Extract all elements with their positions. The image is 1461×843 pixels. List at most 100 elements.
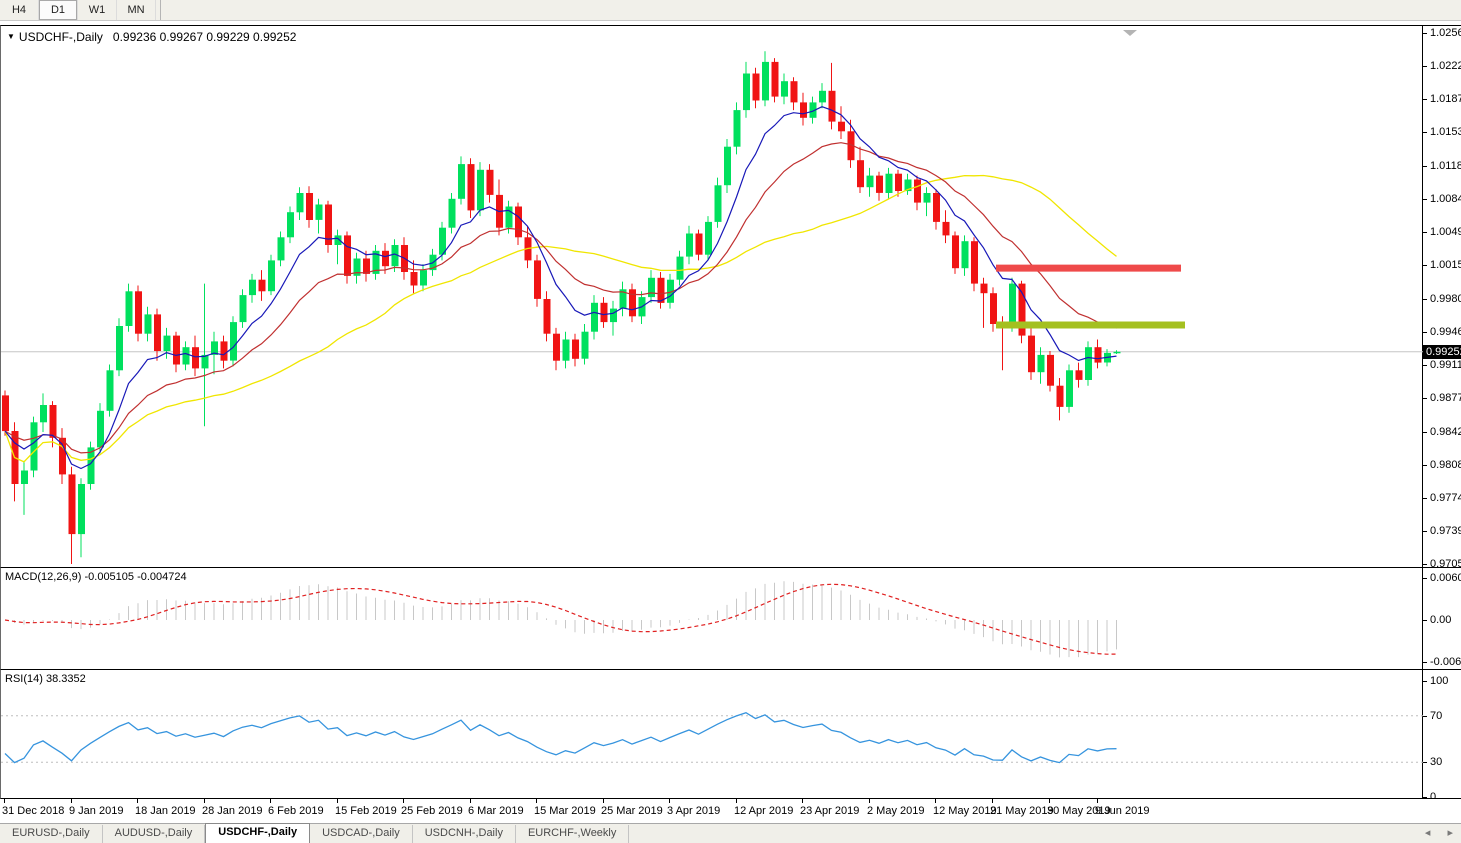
time-axis-label: 12 May 2019	[933, 805, 997, 817]
price-axis-label: 1.02220	[1430, 60, 1461, 72]
rsi-axis-label: 30	[1430, 756, 1443, 768]
time-axis-label: 15 Feb 2019	[335, 805, 397, 817]
macd-label: MACD(12,26,9) -0.005105 -0.004724	[5, 571, 187, 583]
time-axis-tick	[470, 799, 471, 803]
price-axis-label-tick	[1423, 33, 1427, 34]
price-axis-label-tick	[1423, 199, 1427, 200]
tab-usdcad-daily[interactable]: USDCAD-,Daily	[310, 825, 413, 843]
tab-usdchf-daily[interactable]: USDCHF-,Daily	[205, 823, 311, 843]
timeframe-toolbar: H4 D1 W1 MN	[0, 0, 1461, 21]
toolbar-separator	[160, 0, 161, 20]
timeframe-mn-button[interactable]: MN	[117, 0, 156, 20]
time-axis-label: 25 Mar 2019	[601, 805, 663, 817]
price-chart-canvas[interactable]	[1, 26, 1423, 567]
price-axis-label-tick	[1423, 365, 1427, 366]
price-axis-label: 0.97390	[1430, 525, 1461, 537]
macd-axis[interactable]: 0.006058 0.00 -0.006096	[1423, 568, 1461, 669]
macd-values: -0.005105 -0.004724	[84, 571, 187, 583]
timeframe-w1-button[interactable]: W1	[78, 0, 117, 20]
macd-axis-label: -0.006096	[1430, 656, 1461, 668]
price-axis-label: 0.97740	[1430, 492, 1461, 504]
price-axis-label-tick	[1423, 265, 1427, 266]
time-axis-tick	[403, 799, 404, 803]
macd-name: MACD(12,26,9)	[5, 571, 82, 583]
time-axis-tick	[1097, 799, 1098, 803]
rsi-axis-label-tick	[1423, 762, 1427, 763]
timeframe-h4-button[interactable]: H4	[0, 0, 39, 20]
price-axis-label-tick	[1423, 232, 1427, 233]
time-axis-label: 21 May 2019	[990, 805, 1054, 817]
tab-scroll-right-icon[interactable]: ▸	[1447, 827, 1453, 839]
macd-axis-label: 0.00	[1430, 614, 1452, 626]
price-axis-label-tick	[1423, 432, 1427, 433]
time-axis-label: 6 Feb 2019	[268, 805, 324, 817]
price-axis-label: 1.00150	[1430, 259, 1461, 271]
time-axis-label: 2 May 2019	[867, 805, 925, 817]
chart-symbol-label: USDCHF-,Daily	[18, 30, 103, 44]
price-axis-label-tick	[1423, 465, 1427, 466]
price-axis[interactable]: 0.99252 1.02560 1.02220 1.01870 1.01530 1.01…	[1423, 26, 1461, 570]
tab-scroll-left-icon[interactable]: ◂	[1425, 827, 1431, 839]
price-chart-pane: ▼ USDCHF-,Daily 0.99236 0.99267 0.99229 0.…	[0, 25, 1461, 570]
rsi-canvas	[1, 711, 1423, 764]
price-axis-label-tick	[1423, 166, 1427, 167]
rsi-value: 38.3352	[45, 673, 86, 685]
time-axis-tick	[935, 799, 936, 803]
price-axis-label: 0.99460	[1430, 326, 1461, 338]
macd-plot[interactable]: MACD(12,26,9) -0.005105 -0.004724	[1, 568, 1423, 669]
price-axis-label: 1.01530	[1430, 126, 1461, 138]
price-axis-label-tick	[1423, 66, 1427, 67]
time-axis-label: 15 Mar 2019	[534, 805, 596, 817]
time-axis-tick	[337, 799, 338, 803]
tab-scroll-arrows: ◂ ▸	[1411, 826, 1453, 839]
macd-pane: MACD(12,26,9) -0.005105 -0.004724 0.0060…	[0, 568, 1461, 670]
tab-usdcnh-daily[interactable]: USDCNH-,Daily	[413, 825, 516, 843]
time-axis-tick	[869, 799, 870, 803]
time-axis-label: 12 Apr 2019	[734, 805, 794, 817]
time-axis-label: 23 Apr 2019	[800, 805, 860, 817]
rsi-pane: RSI(14) 38.3352 100 70 30 0	[0, 670, 1461, 803]
time-axis-tick	[1049, 799, 1050, 803]
tab-audusd-daily[interactable]: AUDUSD-,Daily	[103, 825, 206, 843]
rsi-plot[interactable]: RSI(14) 38.3352	[1, 670, 1423, 798]
timeframe-d1-button[interactable]: D1	[39, 0, 78, 20]
price-axis-label-tick	[1423, 332, 1427, 333]
time-axis-tick	[204, 799, 205, 803]
macd-axis-label-tick	[1423, 620, 1427, 621]
price-chart-plot[interactable]: ▼ USDCHF-,Daily 0.99236 0.99267 0.99229 0.…	[1, 26, 1423, 567]
tab-eurusd-daily[interactable]: EURUSD-,Daily	[0, 825, 103, 843]
price-axis-label-tick	[1423, 531, 1427, 532]
rsi-axis-label-tick	[1423, 797, 1427, 798]
rsi-axis-label: 70	[1430, 710, 1443, 722]
time-axis-tick	[992, 799, 993, 803]
price-axis-label: 1.00840	[1430, 193, 1461, 205]
price-axis-label: 1.00490	[1430, 226, 1461, 238]
rsi-axis-label-tick	[1423, 681, 1427, 682]
price-axis-label: 0.98770	[1430, 392, 1461, 404]
time-axis-label: 9 Jan 2019	[69, 805, 124, 817]
price-axis-label-tick	[1423, 498, 1427, 499]
time-axis-label: 28 Jan 2019	[202, 805, 263, 817]
symbol-dropdown-icon[interactable]: ▼	[7, 32, 15, 41]
price-axis-label: 1.01870	[1430, 93, 1461, 105]
price-axis-label: 0.98420	[1430, 426, 1461, 438]
time-axis-tick	[736, 799, 737, 803]
price-axis-label-tick	[1423, 564, 1427, 565]
macd-axis-label-tick	[1423, 578, 1427, 579]
time-axis-tick	[603, 799, 604, 803]
time-axis[interactable]: 31 Dec 2018 9 Jan 2019 18 Jan 2019 28 Jan 2…	[0, 799, 1461, 823]
time-axis-tick	[669, 799, 670, 803]
price-axis-label: 0.99110	[1430, 359, 1461, 371]
time-axis-label: 31 Dec 2018	[2, 805, 65, 817]
time-axis-tick	[137, 799, 138, 803]
rsi-axis[interactable]: 100 70 30 0	[1423, 670, 1461, 803]
time-axis-label: 9 Jun 2019	[1095, 805, 1150, 817]
chart-title: ▼ USDCHF-,Daily 0.99236 0.99267 0.99229 0.…	[7, 30, 296, 44]
tab-eurchf-weekly[interactable]: EURCHF-,Weekly	[516, 825, 630, 843]
chart-ohlc-values: 0.99236 0.99267 0.99229 0.99252	[112, 30, 297, 44]
time-axis-tick	[4, 799, 5, 803]
time-axis-label: 18 Jan 2019	[135, 805, 196, 817]
price-axis-label-tick	[1423, 99, 1427, 100]
rsi-axis-label-tick	[1423, 716, 1427, 717]
price-axis-label-tick	[1423, 132, 1427, 133]
